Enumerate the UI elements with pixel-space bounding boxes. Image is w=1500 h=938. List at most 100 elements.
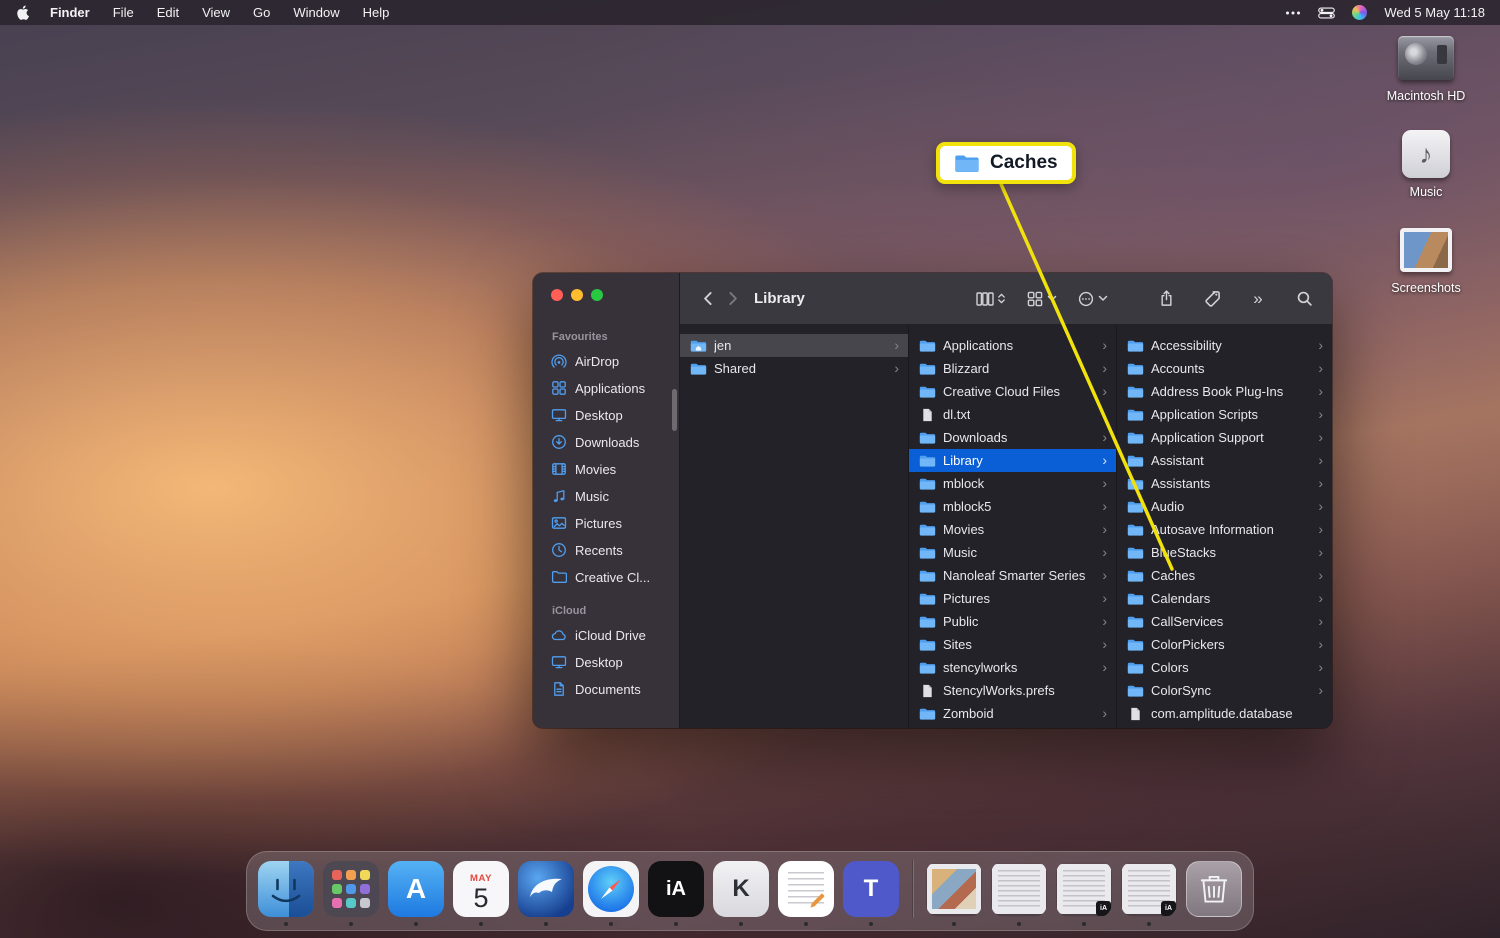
finder-window: FavouritesAirDropApplicationsDesktopDown…: [533, 273, 1332, 728]
sidebar-item-creative-cl[interactable]: Creative Cl...: [539, 564, 673, 590]
file-row-nanoleaf-smarter-series[interactable]: Nanoleaf Smarter Series›: [909, 564, 1116, 587]
dock-thunderbird[interactable]: [518, 861, 574, 917]
file-row-assistant[interactable]: Assistant›: [1117, 449, 1332, 472]
dock-teams[interactable]: T: [843, 861, 899, 917]
control-center-icon[interactable]: [1318, 7, 1335, 19]
dock-safari[interactable]: [583, 861, 639, 917]
file-row-downloads[interactable]: Downloads›: [909, 426, 1116, 449]
file-row-colors[interactable]: Colors›: [1117, 656, 1332, 679]
dock-ia-writer[interactable]: iA: [648, 861, 704, 917]
file-row-blizzard[interactable]: Blizzard›: [909, 357, 1116, 380]
dock-trash[interactable]: [1186, 861, 1242, 917]
file-row-mblock[interactable]: mblock›: [909, 472, 1116, 495]
zoom-button[interactable]: [591, 289, 603, 301]
file-row-autosave-information[interactable]: Autosave Information›: [1117, 518, 1332, 541]
file-row-jen[interactable]: jen›: [680, 334, 908, 357]
chevron-right-icon: ›: [1102, 545, 1107, 561]
file-row-stencylworks[interactable]: stencylworks›: [909, 656, 1116, 679]
dock-window-preview-photo[interactable]: [926, 861, 982, 917]
file-row-sites[interactable]: Sites›: [909, 633, 1116, 656]
share-icon[interactable]: [1154, 287, 1178, 311]
file-row-applications[interactable]: Applications›: [909, 334, 1116, 357]
sidebar-item-airdrop[interactable]: AirDrop: [539, 348, 673, 374]
file-row-caches[interactable]: Caches›: [1117, 564, 1332, 587]
file-row-creative-cloud-files[interactable]: Creative Cloud Files›: [909, 380, 1116, 403]
menu-window[interactable]: Window: [293, 5, 339, 20]
file-label: mblock5: [943, 499, 991, 514]
file-row-calendars[interactable]: Calendars›: [1117, 587, 1332, 610]
search-icon[interactable]: [1292, 287, 1316, 311]
dock-launchpad[interactable]: [323, 861, 379, 917]
forward-button[interactable]: [720, 287, 744, 311]
dock-window-preview-doc-1[interactable]: [991, 861, 1047, 917]
sidebar-item-movies[interactable]: Movies: [539, 456, 673, 482]
menubar-extras-icon[interactable]: [1285, 10, 1301, 16]
sidebar-scrollbar[interactable]: [672, 389, 677, 431]
apple-menu-icon[interactable]: [15, 5, 30, 20]
file-row-public[interactable]: Public›: [909, 610, 1116, 633]
menu-view[interactable]: View: [202, 5, 230, 20]
dock-app-store[interactable]: A: [388, 861, 444, 917]
menu-file[interactable]: File: [113, 5, 134, 20]
dock-notes[interactable]: [778, 861, 834, 917]
sidebar-item-recents[interactable]: Recents: [539, 537, 673, 563]
folder-icon: [1127, 615, 1145, 629]
folder-icon: [919, 661, 937, 675]
file-row-library[interactable]: Library›: [909, 449, 1116, 472]
desktop-icon-macintosh-hd[interactable]: Macintosh HD: [1364, 33, 1488, 103]
menu-go[interactable]: Go: [253, 5, 270, 20]
file-row-bluestacks[interactable]: BlueStacks›: [1117, 541, 1332, 564]
action-menu-control[interactable]: [1077, 291, 1108, 307]
file-row-colorpickers[interactable]: ColorPickers›: [1117, 633, 1332, 656]
sidebar-item-applications[interactable]: Applications: [539, 375, 673, 401]
desktop-icon-music[interactable]: ♪Music: [1364, 129, 1488, 199]
file-row-stencylworks-prefs[interactable]: StencylWorks.prefs: [909, 679, 1116, 702]
dock-window-preview-doc-3[interactable]: iA: [1121, 861, 1177, 917]
sidebar-item-documents[interactable]: Documents: [539, 676, 673, 702]
file-row-callservices[interactable]: CallServices›: [1117, 610, 1332, 633]
view-columns-control[interactable]: [976, 291, 1006, 307]
file-row-colorsync[interactable]: ColorSync›: [1117, 679, 1332, 702]
sidebar-item-desktop[interactable]: Desktop: [539, 402, 673, 428]
running-indicator: [1147, 922, 1151, 926]
desktop-icon-screenshots[interactable]: Screenshots: [1364, 225, 1488, 295]
file-row-movies[interactable]: Movies›: [909, 518, 1116, 541]
file-row-dl-txt[interactable]: dl.txt: [909, 403, 1116, 426]
file-row-application-support[interactable]: Application Support›: [1117, 426, 1332, 449]
sidebar-item-icloud-drive[interactable]: iCloud Drive: [539, 622, 673, 648]
file-row-shared[interactable]: Shared›: [680, 357, 908, 380]
file-row-mblock5[interactable]: mblock5›: [909, 495, 1116, 518]
file-row-zomboid[interactable]: Zomboid›: [909, 702, 1116, 725]
file-row-audio[interactable]: Audio›: [1117, 495, 1332, 518]
group-by-control[interactable]: [1026, 291, 1057, 307]
menu-bar-clock[interactable]: Wed 5 May 11:18: [1384, 5, 1485, 20]
sidebar-item-desktop[interactable]: Desktop: [539, 649, 673, 675]
file-row-address-book-plug-ins[interactable]: Address Book Plug-Ins›: [1117, 380, 1332, 403]
sidebar-item-label: Pictures: [575, 516, 622, 531]
file-row-com-amplitude-database[interactable]: com.amplitude.database: [1117, 702, 1332, 725]
file-row-music[interactable]: Music›: [909, 541, 1116, 564]
dock-finder[interactable]: [258, 861, 314, 917]
toolbar-overflow-icon[interactable]: »: [1246, 287, 1270, 311]
sidebar-section-header: iCloud: [533, 599, 679, 621]
sidebar-item-downloads[interactable]: Downloads: [539, 429, 673, 455]
menu-help[interactable]: Help: [363, 5, 390, 20]
sidebar-item-pictures[interactable]: Pictures: [539, 510, 673, 536]
close-button[interactable]: [551, 289, 563, 301]
sidebar-item-music[interactable]: Music: [539, 483, 673, 509]
back-button[interactable]: [696, 287, 720, 311]
file-row-accounts[interactable]: Accounts›: [1117, 357, 1332, 380]
file-row-accessibility[interactable]: Accessibility›: [1117, 334, 1332, 357]
dock-calendar[interactable]: MAY5: [453, 861, 509, 917]
minimize-button[interactable]: [571, 289, 583, 301]
dock-window-preview-doc-2[interactable]: iA: [1056, 861, 1112, 917]
menu-edit[interactable]: Edit: [157, 5, 179, 20]
tags-icon[interactable]: [1200, 287, 1224, 311]
file-row-assistants[interactable]: Assistants›: [1117, 472, 1332, 495]
file-row-application-scripts[interactable]: Application Scripts›: [1117, 403, 1332, 426]
siri-icon[interactable]: [1352, 5, 1367, 20]
menu-finder[interactable]: Finder: [50, 5, 90, 20]
file-row-pictures[interactable]: Pictures›: [909, 587, 1116, 610]
dock-kdenlive[interactable]: K: [713, 861, 769, 917]
chevron-right-icon: ›: [1102, 430, 1107, 446]
